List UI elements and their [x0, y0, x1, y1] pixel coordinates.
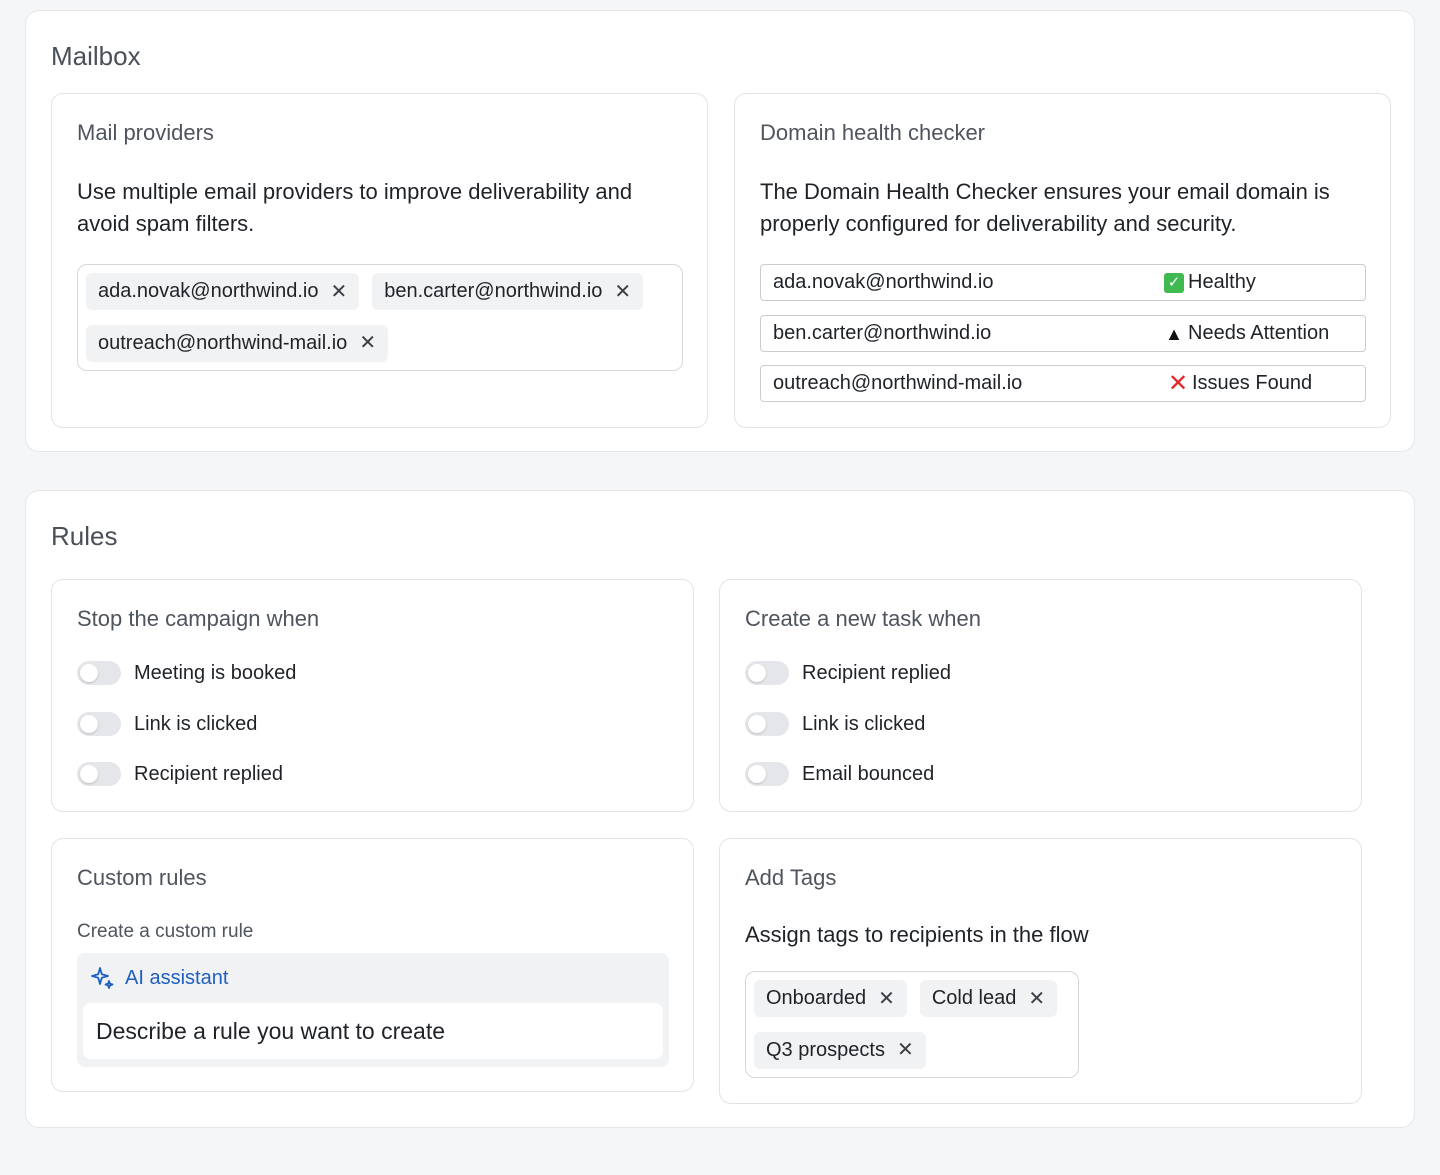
custom-rules-card: Custom rules Create a custom rule AI ass… — [51, 838, 694, 1092]
warning-icon: ▲ — [1165, 323, 1183, 344]
mail-providers-card: Mail providers Use multiple email provid… — [51, 93, 708, 428]
mailbox-section: Mailbox Mail providers Use multiple emai… — [25, 10, 1415, 452]
toggle-knob — [80, 664, 98, 682]
toggle-knob — [80, 765, 98, 783]
toggle-label: Recipient replied — [134, 762, 283, 785]
toggle-row-meeting-booked: Meeting is booked — [77, 660, 296, 686]
provider-chip: ada.novak@northwind.io ✕ — [86, 273, 360, 310]
ai-assistant-label: AI assistant — [125, 966, 229, 989]
domain-row: outreach@northwind-mail.io ✕ Issues Foun… — [760, 365, 1366, 402]
close-icon[interactable]: ✕ — [330, 282, 347, 302]
toggle-knob — [80, 715, 98, 733]
toggle-knob — [748, 715, 766, 733]
toggle-knob — [748, 664, 766, 682]
tag-chip: Cold lead ✕ — [919, 980, 1058, 1017]
toggle-label: Link is clicked — [134, 712, 258, 735]
tag-chip: Onboarded ✕ — [754, 980, 907, 1017]
tag-chip-label: Cold lead — [931, 987, 1017, 1009]
add-tags-title: Add Tags — [745, 865, 837, 890]
domain-row: ada.novak@northwind.io ✓ Healthy — [760, 264, 1366, 301]
new-task-card: Create a new task when Recipient replied… — [719, 579, 1362, 812]
tags-chip-input[interactable]: Onboarded ✕ Cold lead ✕ Q3 prospects ✕ — [745, 971, 1079, 1078]
ai-assistant-box: AI assistant — [77, 953, 669, 1067]
link-clicked-toggle[interactable] — [745, 712, 789, 736]
recipient-replied-toggle[interactable] — [745, 661, 789, 685]
provider-chip-label: outreach@northwind-mail.io — [98, 331, 348, 354]
toggle-row-link-clicked: Link is clicked — [77, 711, 257, 737]
toggle-row-email-bounced: Email bounced — [745, 761, 934, 787]
domain-health-description: The Domain Health Checker ensures your e… — [760, 179, 1330, 236]
close-icon[interactable]: ✕ — [878, 989, 895, 1009]
provider-chip-label: ada.novak@northwind.io — [98, 280, 319, 302]
close-icon[interactable]: ✕ — [359, 333, 376, 353]
stop-campaign-title: Stop the campaign when — [77, 606, 320, 631]
tag-chip-label: Q3 prospects — [766, 1038, 885, 1061]
domain-row: ben.carter@northwind.io ▲ Needs Attentio… — [760, 315, 1366, 352]
domain-email: outreach@northwind-mail.io — [773, 372, 1023, 394]
add-tags-description: Assign tags to recipients in the flow — [745, 922, 1089, 947]
custom-rules-title: Custom rules — [77, 865, 207, 890]
recipient-replied-toggle[interactable] — [77, 762, 121, 786]
toggle-knob — [748, 765, 766, 783]
new-task-title: Create a new task when — [745, 606, 982, 631]
domain-email: ada.novak@northwind.io — [773, 271, 994, 293]
mail-providers-title: Mail providers — [77, 120, 214, 145]
cross-icon: ✕ — [1167, 369, 1189, 397]
toggle-label: Link is clicked — [802, 712, 926, 735]
toggle-row-link-clicked: Link is clicked — [745, 711, 925, 737]
status-badge: ✕ Issues Found — [1167, 369, 1313, 397]
provider-chip-label: ben.carter@northwind.io — [384, 280, 603, 302]
sparkle-icon — [89, 965, 115, 991]
custom-rule-label: Create a custom rule — [77, 921, 254, 942]
close-icon[interactable]: ✕ — [897, 1040, 914, 1060]
provider-chip: outreach@northwind-mail.io ✕ — [86, 324, 389, 362]
toggle-label: Meeting is booked — [134, 661, 297, 684]
status-badge: ✓ Healthy — [1164, 271, 1256, 294]
toggle-label: Email bounced — [802, 762, 935, 785]
tag-chip: Q3 prospects ✕ — [754, 1031, 926, 1069]
toggle-row-recipient-replied: Recipient replied — [77, 761, 283, 787]
custom-rule-input[interactable] — [83, 1003, 663, 1059]
rules-title: Rules — [51, 521, 118, 551]
provider-chip: ben.carter@northwind.io ✕ — [372, 273, 644, 310]
toggle-label: Recipient replied — [802, 661, 951, 684]
add-tags-card: Add Tags Assign tags to recipients in th… — [719, 838, 1362, 1104]
toggle-row-recipient-replied: Recipient replied — [745, 660, 951, 686]
close-icon[interactable]: ✕ — [1028, 989, 1045, 1009]
ai-assistant-header[interactable]: AI assistant — [89, 965, 228, 991]
rules-section: Rules Stop the campaign when Meeting is … — [25, 490, 1415, 1128]
mail-providers-chip-input[interactable]: ada.novak@northwind.io ✕ ben.carter@nort… — [77, 264, 683, 371]
tag-chip-label: Onboarded — [766, 987, 867, 1009]
status-badge: ▲ Needs Attention — [1164, 322, 1329, 345]
domain-email: ben.carter@northwind.io — [773, 322, 992, 344]
status-label: Needs Attention — [1188, 322, 1330, 344]
status-label: Issues Found — [1192, 372, 1313, 394]
stop-campaign-card: Stop the campaign when Meeting is booked… — [51, 579, 694, 812]
mail-providers-description: Use multiple email providers to improve … — [77, 179, 633, 236]
meeting-booked-toggle[interactable] — [77, 661, 121, 685]
mailbox-title: Mailbox — [51, 41, 141, 71]
link-clicked-toggle[interactable] — [77, 712, 121, 736]
email-bounced-toggle[interactable] — [745, 762, 789, 786]
check-icon: ✓ — [1164, 272, 1184, 293]
domain-health-title: Domain health checker — [760, 120, 986, 145]
status-label: Healthy — [1188, 271, 1256, 293]
domain-health-card: Domain health checker The Domain Health … — [734, 93, 1391, 428]
close-icon[interactable]: ✕ — [614, 282, 631, 302]
